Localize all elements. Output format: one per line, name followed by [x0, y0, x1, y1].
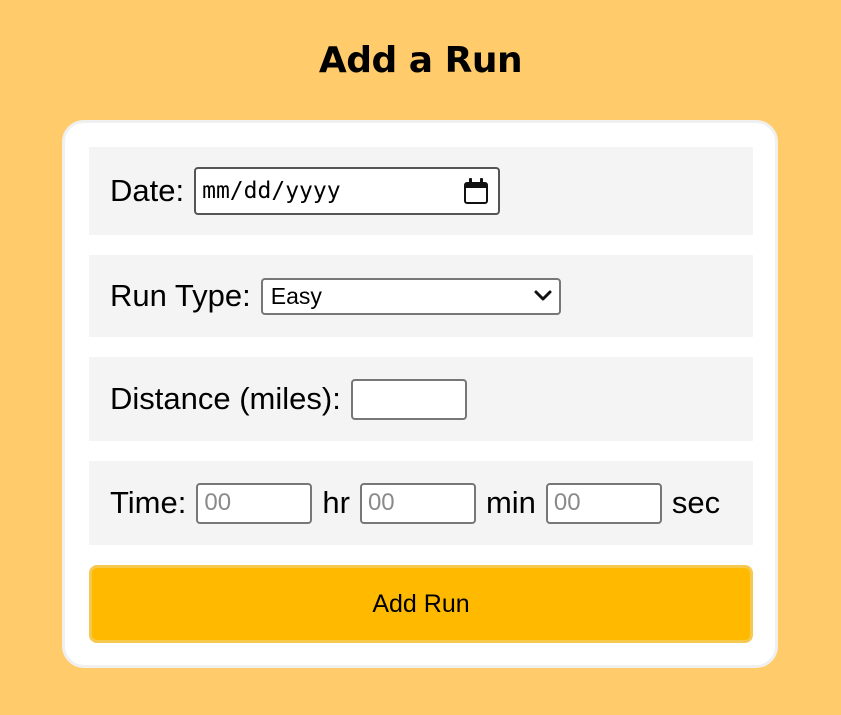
calendar-icon[interactable] — [464, 178, 489, 204]
seconds-unit: sec — [671, 485, 721, 520]
date-input[interactable]: mm/dd/yyyy — [194, 167, 501, 215]
distance-input[interactable] — [350, 378, 467, 420]
add-run-form: Date: mm/dd/yyyy Run Type: Easy Distance… — [62, 120, 778, 668]
run-type-row: Run Type: Easy — [89, 255, 753, 337]
seconds-input[interactable] — [545, 482, 662, 524]
page-title: Add a Run — [318, 40, 523, 81]
chevron-down-icon — [534, 290, 552, 301]
time-row: Time: hr min sec — [89, 461, 753, 545]
distance-row: Distance (miles): — [89, 357, 753, 441]
hours-input[interactable] — [196, 482, 313, 524]
hours-unit: hr — [322, 485, 350, 520]
add-run-button[interactable]: Add Run — [89, 565, 753, 643]
date-row: Date: mm/dd/yyyy — [89, 147, 753, 235]
time-label: Time: — [110, 485, 187, 520]
date-label: Date: — [110, 173, 185, 208]
date-placeholder: mm/dd/yyyy — [202, 178, 341, 204]
minutes-input[interactable] — [359, 482, 476, 524]
minutes-unit: min — [485, 485, 536, 520]
run-type-selected: Easy — [270, 282, 322, 309]
run-type-label: Run Type: — [110, 278, 251, 313]
run-type-select[interactable]: Easy — [260, 277, 561, 315]
distance-label: Distance (miles): — [110, 381, 341, 416]
